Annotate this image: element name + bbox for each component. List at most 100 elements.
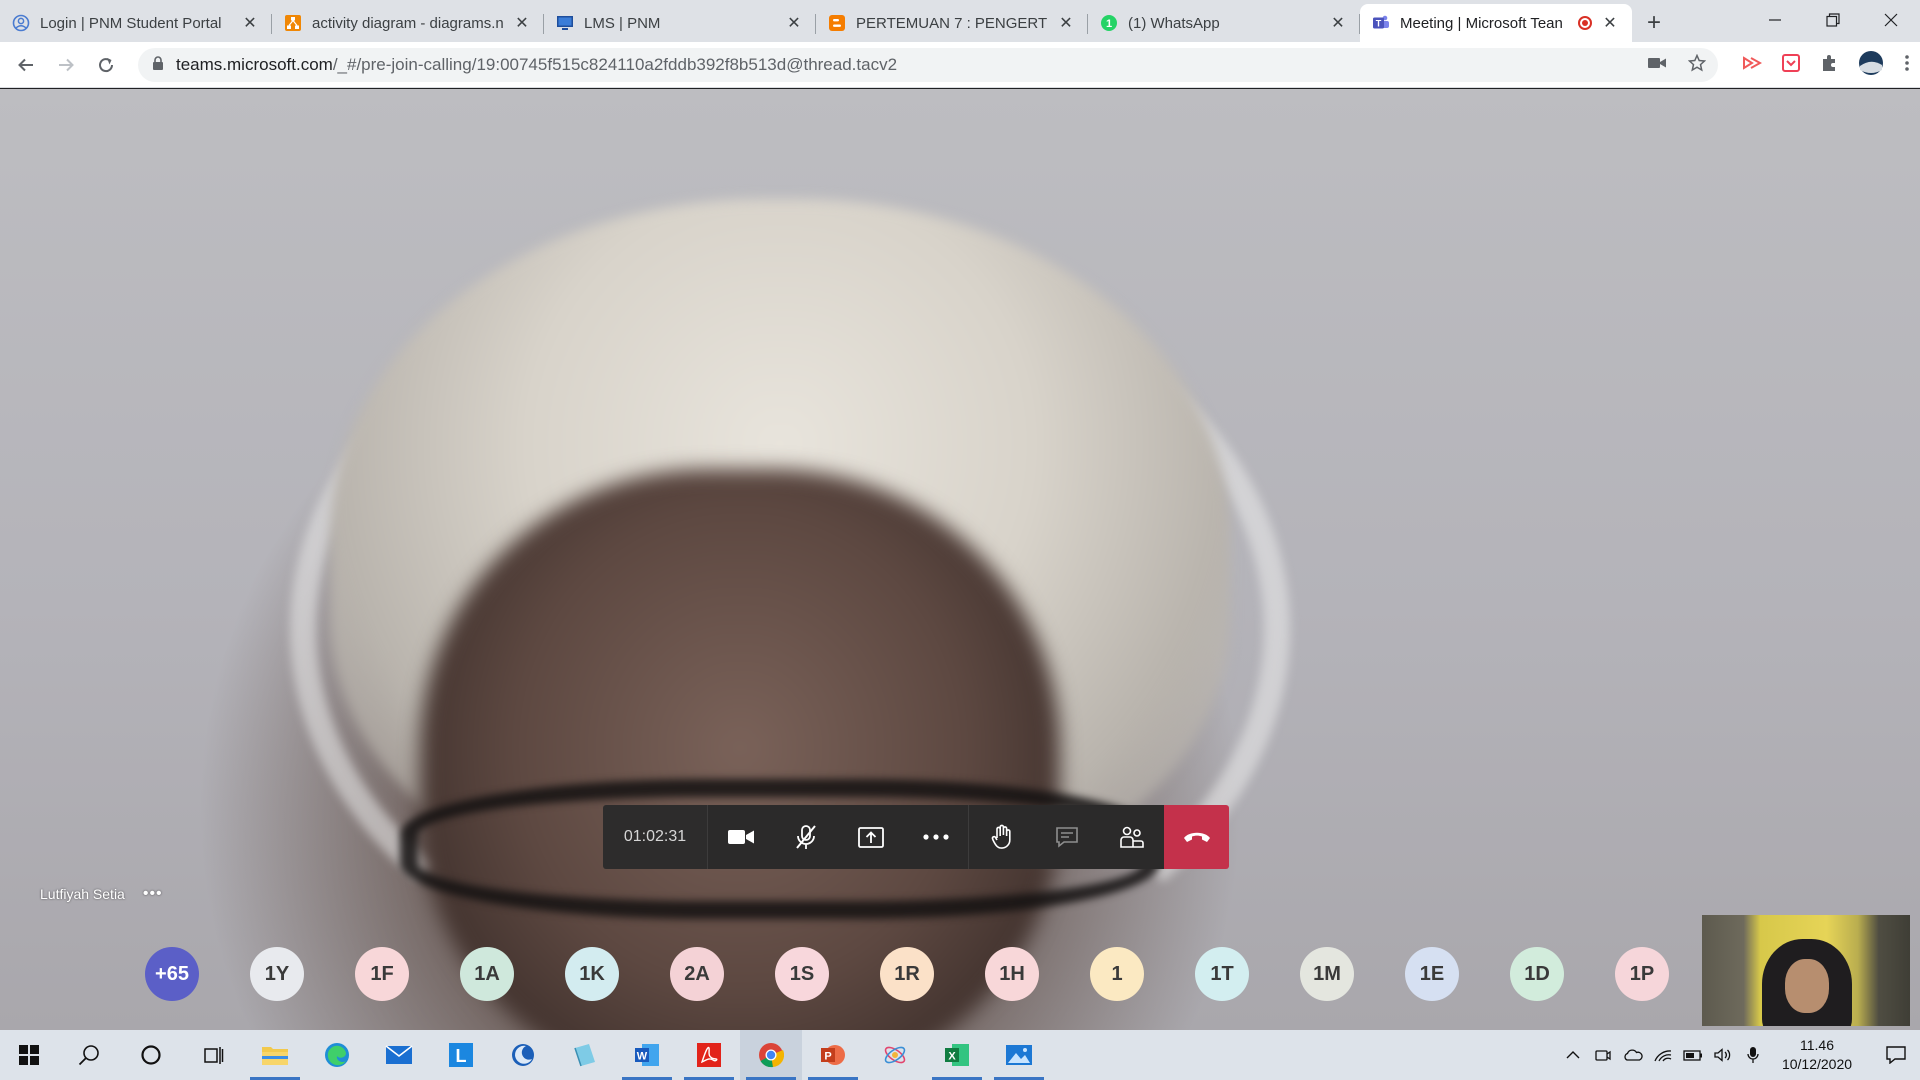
edge-icon xyxy=(325,1043,349,1067)
clock-time: 11.46 xyxy=(1800,1037,1834,1053)
profile-avatar[interactable] xyxy=(1858,50,1884,81)
svg-text:L: L xyxy=(456,1046,467,1066)
speaker-name-label: Lutfiyah Setia ••• xyxy=(40,885,163,903)
extensions-puzzle-icon[interactable] xyxy=(1820,54,1838,77)
microphone-in-use-icon[interactable] xyxy=(1738,1046,1768,1064)
mic-toggle-button[interactable] xyxy=(773,805,838,869)
camera-in-use-icon[interactable] xyxy=(1648,56,1666,74)
taskbar-app-chrome[interactable] xyxy=(740,1030,802,1080)
hang-up-button[interactable] xyxy=(1164,805,1229,869)
bookmark-star-icon[interactable] xyxy=(1687,53,1707,77)
browser-tab[interactable]: LMS | PNM ✕ xyxy=(544,4,816,42)
close-icon[interactable]: ✕ xyxy=(1056,13,1076,33)
powerpoint-icon: P xyxy=(821,1045,845,1065)
browser-tab-active[interactable]: T Meeting | Microsoft Tean ✕ xyxy=(1360,4,1632,42)
participant-avatar[interactable]: 1Y xyxy=(250,947,304,1001)
participant-avatar[interactable]: 1K xyxy=(565,947,619,1001)
wifi-icon[interactable] xyxy=(1648,1048,1678,1062)
self-view-video[interactable] xyxy=(1702,915,1910,1026)
meet-now-icon[interactable] xyxy=(1588,1048,1618,1062)
url-text: teams.microsoft.com/_#/pre-join-calling/… xyxy=(176,55,1648,75)
participant-avatar[interactable]: 1H xyxy=(985,947,1039,1001)
meeting-controls-main xyxy=(708,805,968,869)
close-icon[interactable]: ✕ xyxy=(512,13,532,33)
meeting-controls-bar: 01:02:31 xyxy=(603,805,1229,869)
camera-toggle-button[interactable] xyxy=(708,805,773,869)
mic-muted-icon xyxy=(795,825,816,849)
show-hidden-icons-chevron-icon[interactable] xyxy=(1558,1050,1588,1060)
pocket-extension-icon[interactable] xyxy=(1782,53,1800,77)
battery-icon[interactable] xyxy=(1678,1049,1708,1061)
back-arrow-icon[interactable] xyxy=(8,47,44,83)
participant-avatar[interactable]: 1T xyxy=(1195,947,1249,1001)
svg-text:W: W xyxy=(637,1051,648,1063)
browser-menu-icon[interactable] xyxy=(1904,54,1910,77)
browser-tab[interactable]: 1 (1) WhatsApp ✕ xyxy=(1088,4,1360,42)
close-icon[interactable]: ✕ xyxy=(240,13,260,33)
close-window-icon[interactable] xyxy=(1862,0,1920,40)
chat-button[interactable] xyxy=(1034,805,1099,869)
close-icon[interactable]: ✕ xyxy=(784,13,804,33)
address-bar[interactable]: teams.microsoft.com/_#/pre-join-calling/… xyxy=(138,48,1718,82)
taskbar-app-paint3d[interactable] xyxy=(864,1030,926,1080)
l-app-icon: L xyxy=(449,1043,473,1067)
participant-avatar[interactable]: 1E xyxy=(1405,947,1459,1001)
taskbar-app-excel[interactable]: X xyxy=(926,1030,988,1080)
cortana-button[interactable] xyxy=(120,1030,182,1080)
browser-tab[interactable]: activity diagram - diagrams.n ✕ xyxy=(272,4,544,42)
taskbar-app-photos[interactable] xyxy=(988,1030,1050,1080)
reload-icon[interactable] xyxy=(88,47,124,83)
participant-avatar[interactable]: 1R xyxy=(880,947,934,1001)
taskbar-app-word[interactable]: W xyxy=(616,1030,678,1080)
teams-icon: T xyxy=(1372,14,1390,32)
taskbar-app-edge[interactable] xyxy=(306,1030,368,1080)
participant-avatar[interactable]: 1 xyxy=(1090,947,1144,1001)
screencast-extension-icon[interactable] xyxy=(1742,54,1763,77)
more-actions-button[interactable] xyxy=(903,805,968,869)
participant-avatar[interactable]: 1D xyxy=(1510,947,1564,1001)
photos-icon xyxy=(1006,1045,1032,1065)
task-view-button[interactable] xyxy=(182,1030,244,1080)
start-button[interactable] xyxy=(0,1030,58,1080)
taskbar-app-l[interactable]: L xyxy=(430,1030,492,1080)
new-tab-button[interactable]: + xyxy=(1636,4,1672,42)
onedrive-cloud-icon[interactable] xyxy=(1618,1049,1648,1061)
svg-text:1: 1 xyxy=(1106,18,1112,30)
diagrams-net-icon xyxy=(284,14,302,32)
participant-avatar[interactable]: 2A xyxy=(670,947,724,1001)
participants-button[interactable] xyxy=(1099,805,1164,869)
lock-icon[interactable] xyxy=(152,55,164,75)
taskbar-app-mail[interactable] xyxy=(368,1030,430,1080)
taskbar-app-powerpoint[interactable]: P xyxy=(802,1030,864,1080)
search-button[interactable] xyxy=(58,1030,120,1080)
participant-avatar[interactable]: 1S xyxy=(775,947,829,1001)
participant-avatar[interactable]: 1F xyxy=(355,947,409,1001)
taskbar-app-moon[interactable] xyxy=(492,1030,554,1080)
close-icon[interactable]: ✕ xyxy=(1600,13,1620,33)
minimize-icon[interactable] xyxy=(1746,0,1804,40)
more-participants-badge[interactable]: +65 xyxy=(145,947,199,1001)
taskbar-app-notepad[interactable] xyxy=(554,1030,616,1080)
volume-icon[interactable] xyxy=(1708,1048,1738,1062)
windows-logo-icon xyxy=(19,1045,39,1065)
paint3d-icon xyxy=(884,1046,906,1064)
close-icon[interactable]: ✕ xyxy=(1328,13,1348,33)
share-screen-button[interactable] xyxy=(838,805,903,869)
speaker-more-options-icon[interactable]: ••• xyxy=(143,885,163,903)
notifications-button[interactable] xyxy=(1872,1046,1920,1064)
participant-avatar[interactable]: 1M xyxy=(1300,947,1354,1001)
self-view-face xyxy=(1785,959,1829,1013)
participant-avatar[interactable]: 1P xyxy=(1615,947,1669,1001)
taskbar-app-file-explorer[interactable] xyxy=(244,1030,306,1080)
moon-app-icon xyxy=(512,1044,534,1066)
participant-avatar[interactable]: 1A xyxy=(460,947,514,1001)
taskbar-app-acrobat[interactable] xyxy=(678,1030,740,1080)
browser-tab[interactable]: PERTEMUAN 7 : PENGERTIAN ✕ xyxy=(816,4,1088,42)
browser-tab[interactable]: Login | PNM Student Portal ✕ xyxy=(0,4,272,42)
raise-hand-button[interactable] xyxy=(969,805,1034,869)
forward-arrow-icon[interactable] xyxy=(48,47,84,83)
restore-icon[interactable] xyxy=(1804,0,1862,40)
word-icon: W xyxy=(635,1044,659,1066)
search-icon xyxy=(78,1045,99,1066)
taskbar-clock[interactable]: 11.46 10/12/2020 xyxy=(1772,1036,1862,1074)
